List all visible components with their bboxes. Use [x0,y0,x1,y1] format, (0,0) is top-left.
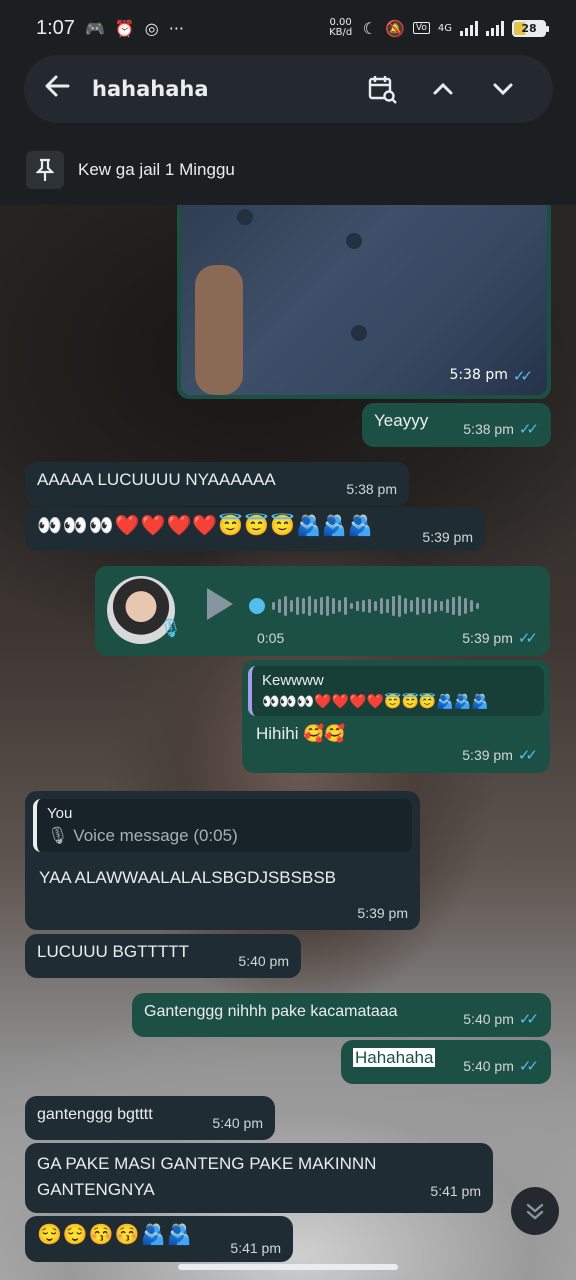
read-tick-icon: ✓✓ [518,1011,539,1028]
battery-level: 28 [521,21,537,35]
voice-message[interactable]: 🎙 0:05 5:39 pm ✓✓ [95,566,550,656]
outgoing-message[interactable]: Gantenggg nihhh pake kacamataaa 5:40 pm ✓… [132,993,551,1037]
volte-icon: Vo [412,22,430,34]
message-time: 5:41 pm [430,1183,481,1199]
message-time: 5:40 pm [238,953,289,969]
incoming-message[interactable]: AAAAA LUCUUUU NYAAAAAA 5:38 pm [25,462,409,506]
scroll-to-bottom-button[interactable] [511,1187,559,1235]
message-text: AAAAA LUCUUUU NYAAAAAA [37,470,276,489]
incoming-message[interactable]: GA PAKE MASI GANTENG PAKE MAKINNN GANTEN… [25,1143,493,1213]
pinned-message-bar[interactable]: Kew ga jail 1 Minggu [0,135,576,205]
quote-author: You [47,805,73,822]
play-icon[interactable] [207,588,233,620]
message-text: YAA ALAWWAALALALSBGDJSBSBSB [39,868,336,887]
incoming-message[interactable]: LUCUUU BGTTTTT 5:40 pm [25,934,301,978]
search-down-chevron-icon[interactable] [473,64,533,114]
message-text: Hihihi 🥰🥰 [256,724,346,743]
message-text: Yeayyy [374,411,429,430]
image-message[interactable]: 5:38 pm ✓✓ [177,205,551,399]
read-tick-icon: ✓✓ [518,1058,539,1075]
photo: 5:38 pm ✓✓ [181,205,547,395]
incoming-message[interactable]: gantenggg bgtttt 5:40 pm [25,1096,275,1140]
message-text: LUCUUU BGTTTTT [37,942,190,961]
home-indicator[interactable] [178,1264,398,1270]
signal-icon [460,20,478,36]
message-time: 5:40 pm [212,1115,263,1131]
message-text: 👀👀👀❤️❤️❤️❤️😇😇😇🫂🫂🫂 [37,515,374,537]
incoming-message[interactable]: 👀👀👀❤️❤️❤️❤️😇😇😇🫂🫂🫂 5:39 pm [25,507,485,551]
quoted-message[interactable]: Kewwww 👀👀👀❤️❤️❤️❤️😇😇😇🫂🫂🫂 [248,666,544,716]
gamepad-icon: 🎮 [84,18,105,38]
whatsapp-icon: ◎ [144,18,159,38]
message-time: 5:41 pm [230,1240,281,1256]
quoted-message[interactable]: You 🎙 Voice message (0:05) [33,799,412,852]
double-chevron-down-icon [526,1203,544,1220]
moon-icon: ☾ [362,18,377,38]
pin-icon [26,151,64,189]
status-bar: 1:07 🎮 ⏰ ◎ ··· 0.00 KB/d ☾ 🔕 Vo 4G 28 [0,0,576,56]
playback-handle[interactable] [249,598,265,614]
calendar-search-icon[interactable] [353,64,413,114]
search-query[interactable]: hahahaha [92,77,353,101]
alarm-icon: ⏰ [114,18,135,38]
read-tick-icon: ✓✓ [512,367,533,385]
message-time: 5:39 pm [422,529,473,545]
incoming-message[interactable]: 😌😌😚😚🫂🫂 5:41 pm [25,1216,293,1262]
mute-icon: 🔕 [384,18,405,38]
incoming-reply-message[interactable]: You 🎙 Voice message (0:05) YAA ALAWWAALA… [25,791,420,930]
clock: 1:07 [36,16,75,39]
pinned-message-text: Kew ga jail 1 Minggu [78,160,235,179]
message-time: 5:38 pm ✓✓ [463,421,539,438]
battery-icon: 28 [512,19,549,37]
quote-text: 🎙 Voice message (0:05) [47,826,238,845]
message-text: 😌😌😚😚🫂🫂 [37,1224,193,1246]
message-text: GA PAKE MASI GANTENG PAKE MAKINNN GANTEN… [37,1154,377,1199]
message-time: 5:40 pm ✓✓ [463,1011,539,1028]
voice-waveform[interactable] [249,594,479,618]
network-type: 4G [437,22,452,34]
search-up-chevron-icon[interactable] [413,64,473,114]
read-tick-icon: ✓✓ [517,747,538,764]
message-search-bar: hahahaha [24,55,553,123]
quote-text: 👀👀👀❤️❤️❤️❤️😇😇😇🫂🫂🫂 [262,693,489,709]
message-time: 5:40 pm ✓✓ [463,1058,539,1075]
message-text: Gantenggg nihhh pake kacamataaa [144,1003,398,1020]
message-time: 5:38 pm [346,481,397,497]
voice-duration: 0:05 [257,630,285,646]
read-tick-icon: ✓✓ [517,630,538,647]
message-time: 5:38 pm ✓✓ [449,367,533,385]
outgoing-reply-message[interactable]: Kewwww 👀👀👀❤️❤️❤️❤️😇😇😇🫂🫂🫂 Hihihi 🥰🥰 5:39 … [242,660,550,773]
back-arrow-icon[interactable] [44,73,84,106]
outgoing-message[interactable]: Hahahaha 5:40 pm ✓✓ [341,1040,551,1084]
more-notifications-icon: ··· [168,18,185,38]
read-tick-icon: ✓✓ [518,421,539,438]
message-time: 5:39 pm ✓✓ [462,630,538,647]
net-speed: 0.00 KB/d [329,17,353,38]
signal-2-icon [486,20,504,36]
outgoing-message[interactable]: Yeayyy 5:38 pm ✓✓ [362,403,551,447]
message-time: 5:39 pm ✓✓ [462,747,538,764]
search-match-text: Hahahaha [353,1048,436,1067]
message-time: 5:39 pm [357,905,408,921]
message-text: gantenggg bgtttt [37,1106,153,1123]
quote-author: Kewwww [262,672,324,689]
microphone-icon: 🎙 [159,618,182,638]
